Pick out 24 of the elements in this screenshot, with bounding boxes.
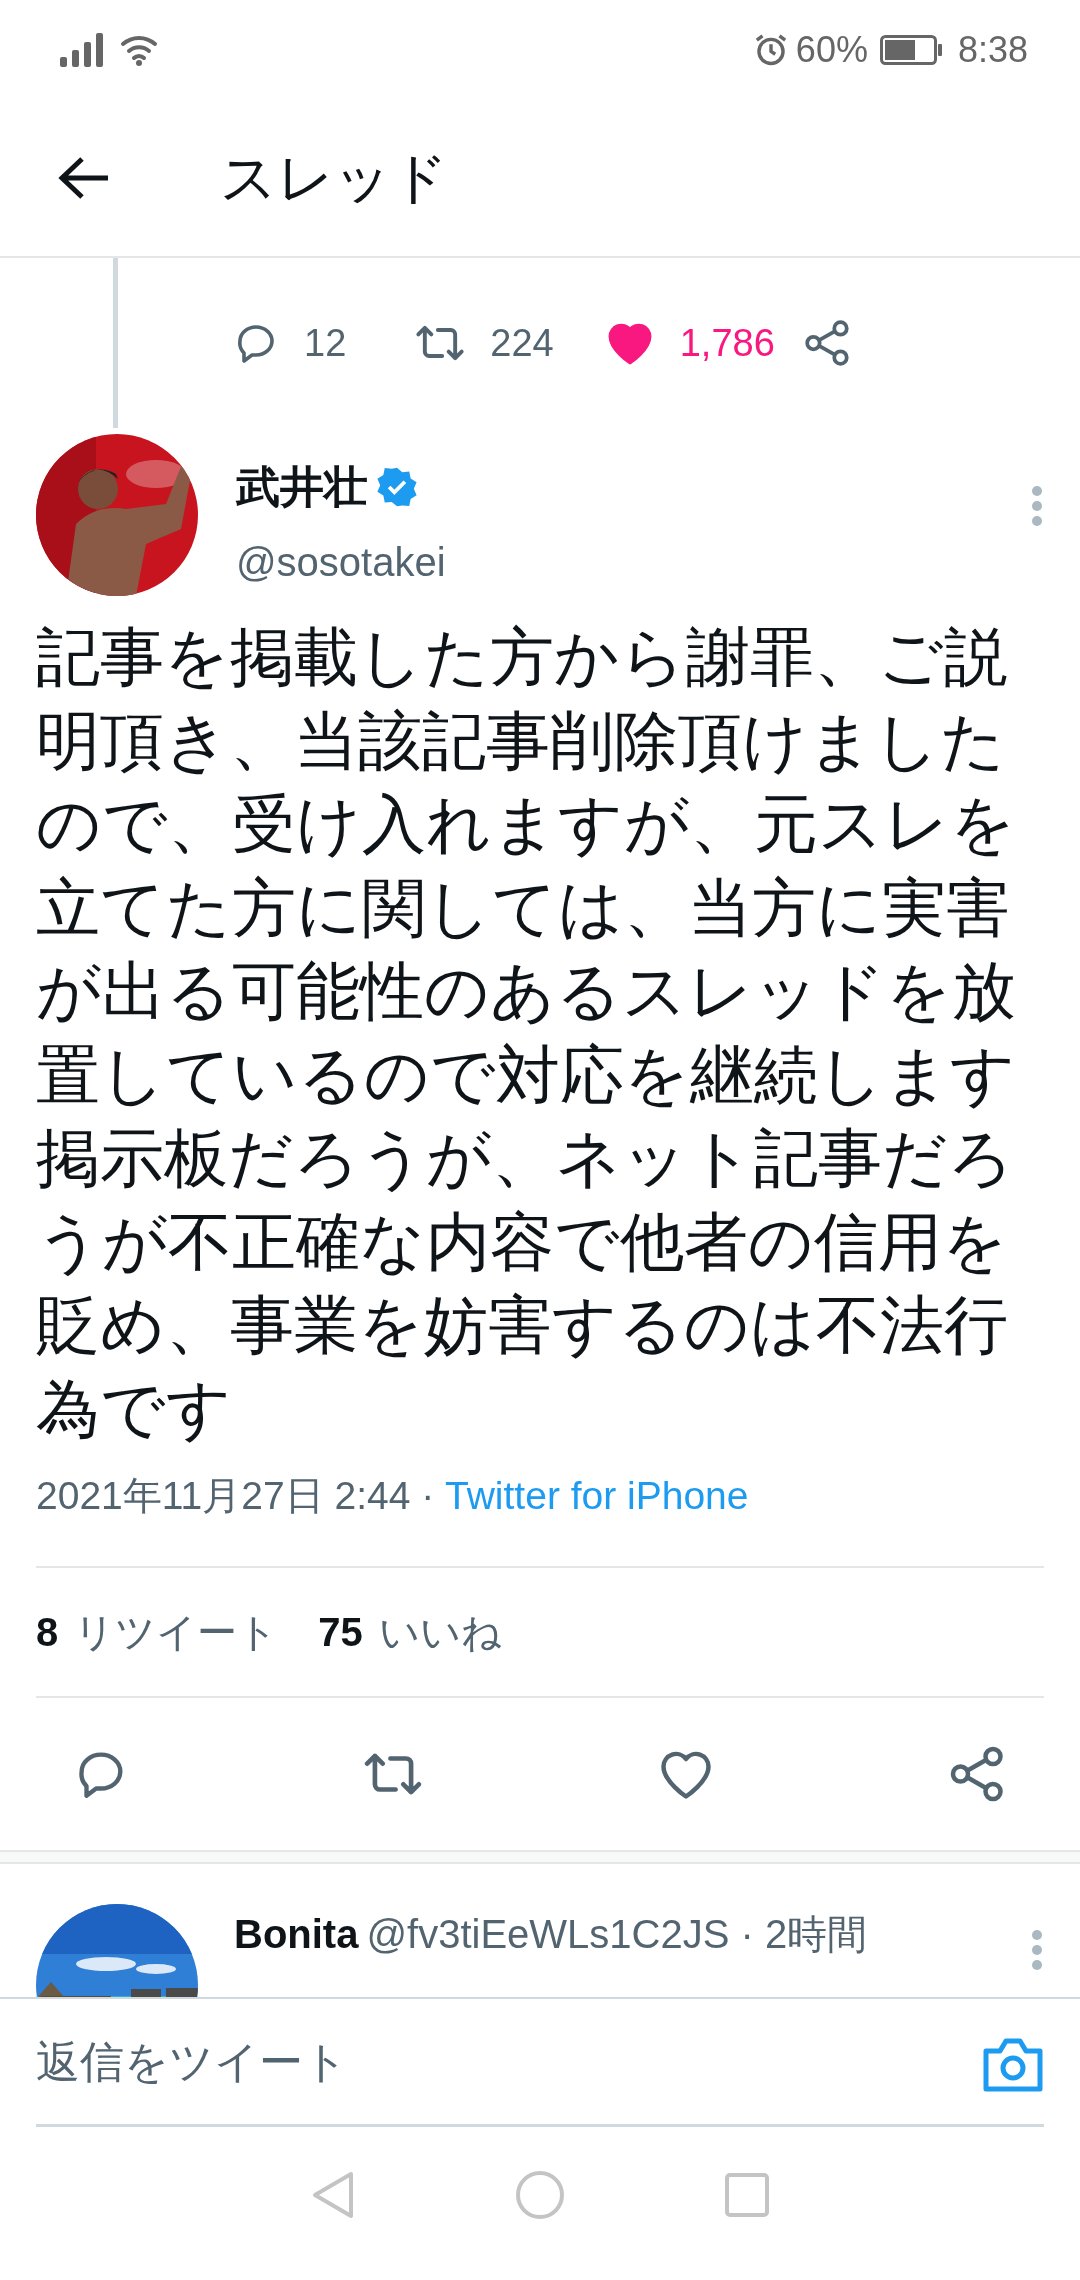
reply-author-name: Bonita [234, 1910, 359, 1958]
user-handle: @sosotakei [236, 539, 447, 586]
reply-count: 12 [304, 320, 347, 366]
tweet-text: 記事を掲載した方から謝罪、ご説明頂き、当該記事削除頂けましたので、受け入れますが、元スレを立てた方に関しては、当方に実害が出る可能性のあるスレッドを放置しているので対応を継続します [36, 620, 1017, 1113]
battery-icon [879, 35, 942, 65]
battery-percent: 60% [795, 28, 868, 72]
signal-icon [60, 33, 104, 67]
like-total: 75 [318, 1608, 363, 1656]
status-time: 8:38 [957, 28, 1028, 72]
source-link[interactable]: Twitter for iPhone [445, 1467, 749, 1526]
like-count: 1,786 [679, 320, 775, 366]
reply-author-handle: @fv3tiEeWLs1C2JS · 2時間 [366, 1910, 868, 1958]
tweet-text: 掲示板だろうが、ネット記事だろうが不正確な内容で他者の信用を貶め、事業を妨害するのは不法行為です [36, 1121, 1015, 1447]
like-label: いいね [378, 1608, 502, 1656]
back-arrow-icon[interactable] [58, 156, 110, 200]
user-name: 武井壮 [236, 461, 368, 513]
page-title: スレッド [220, 145, 448, 211]
retweet-label: リツイート [74, 1608, 279, 1656]
wifi-icon [120, 33, 160, 67]
reply-input[interactable]: 返信をツイート [36, 1998, 966, 2126]
retweet-count: 224 [490, 320, 554, 366]
tweet-timestamp: 2021年11月27日 2:44 · [36, 1473, 436, 1519]
retweet-total: 8 [36, 1608, 59, 1656]
alarm-icon [753, 33, 788, 67]
